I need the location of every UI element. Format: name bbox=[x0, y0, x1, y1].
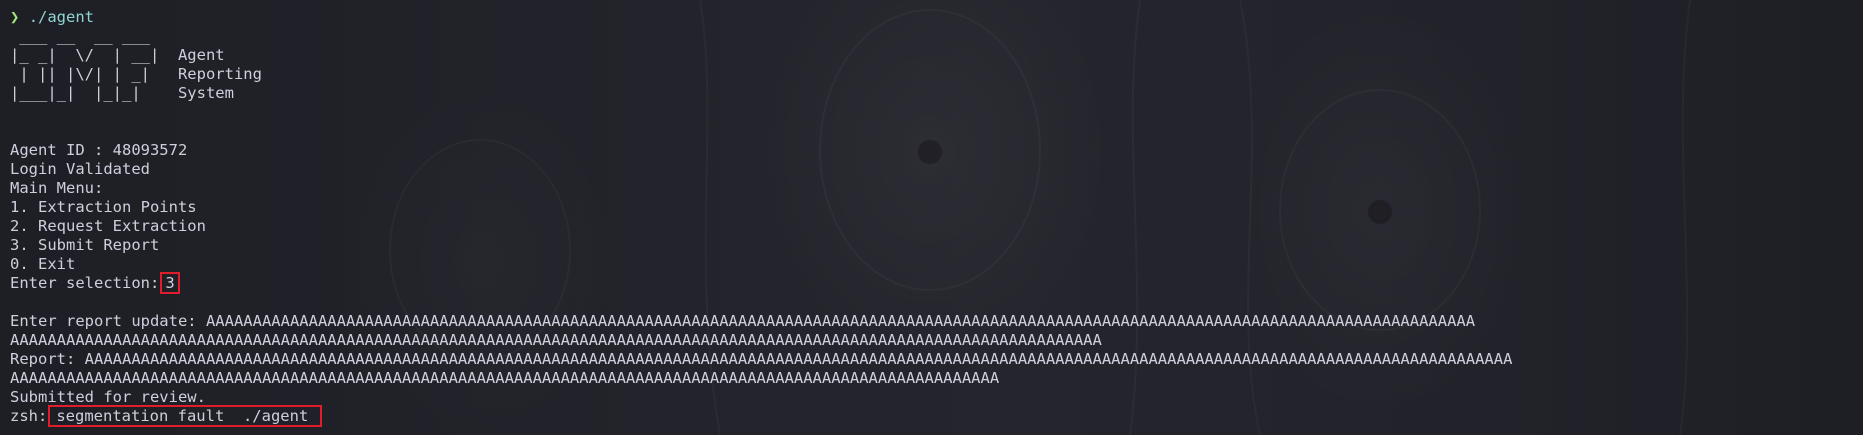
agent-id-line: Agent ID : 48093572 bbox=[10, 141, 188, 159]
menu-item-request-extraction: 2. Request Extraction bbox=[10, 217, 206, 235]
report-prompt-wrap-line: AAAAAAAAAAAAAAAAAAAAAAAAAAAAAAAAAAAAAAAA… bbox=[10, 331, 1102, 349]
menu-title: Main Menu: bbox=[10, 179, 104, 197]
menu-item-extraction-points: 1. Extraction Points bbox=[10, 198, 197, 216]
menu-item-submit-report: 3. Submit Report bbox=[10, 236, 160, 254]
selection-label: Enter selection: bbox=[10, 274, 160, 292]
selection-line: Enter selection: 3 bbox=[10, 272, 1863, 294]
segfault-error-highlight: segmentation fault ./agent bbox=[48, 405, 323, 427]
report-echo-wrap-line: AAAAAAAAAAAAAAAAAAAAAAAAAAAAAAAAAAAAAAAA… bbox=[10, 369, 1000, 387]
report-echo-line: Report: AAAAAAAAAAAAAAAAAAAAAAAAAAAAAAAA… bbox=[10, 350, 1513, 368]
error-line: zsh: segmentation fault ./agent bbox=[10, 405, 1863, 427]
banner-row-3: | || |\/| | _| Reporting bbox=[10, 65, 262, 83]
shell-label: zsh: bbox=[10, 407, 48, 425]
menu-item-exit: 0. Exit bbox=[10, 255, 76, 273]
command-text: ./agent bbox=[28, 8, 95, 26]
login-status-line: Login Validated bbox=[10, 160, 150, 178]
banner-row-1: ___ __ __ ___ bbox=[10, 27, 150, 45]
report-prompt-line: Enter report update: AAAAAAAAAAAAAAAAAAA… bbox=[10, 312, 1476, 330]
terminal-window[interactable]: ❯ ./agent ___ __ __ ___ |_ _| \/ | __| A… bbox=[0, 0, 1863, 435]
prompt-arrow-icon: ❯ bbox=[10, 8, 20, 26]
submitted-line: Submitted for review. bbox=[10, 388, 206, 406]
selection-value-highlight: 3 bbox=[160, 272, 180, 294]
banner-row-2: |_ _| \/ | __| Agent bbox=[10, 46, 225, 64]
command-line: ❯ ./agent bbox=[10, 8, 1863, 27]
banner-row-4: |___|_| |_|_| System bbox=[10, 84, 234, 102]
